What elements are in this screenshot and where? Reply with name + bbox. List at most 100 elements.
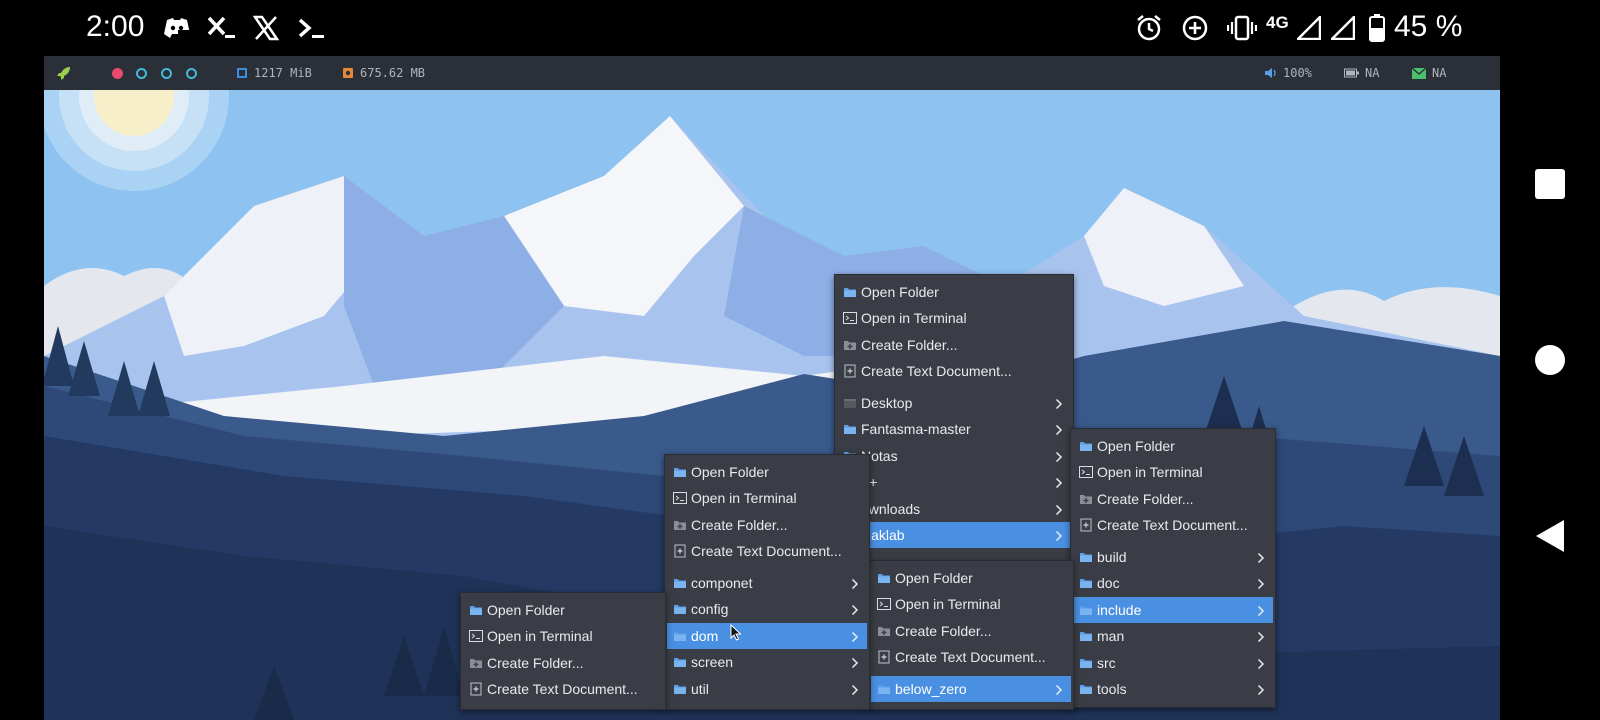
create-folder-icon <box>843 338 857 352</box>
create-folder-icon <box>877 624 891 638</box>
menu-item-open-folder[interactable]: Open Folder <box>1073 433 1273 459</box>
create-folder-icon <box>673 518 687 532</box>
menu-item-label: Create Text Document... <box>861 363 1012 379</box>
menu-item-open-folder[interactable]: Open Folder <box>837 279 1071 305</box>
folder-icon <box>843 285 857 299</box>
menu-item-label: build <box>1097 549 1127 565</box>
triangle-back-icon <box>1536 520 1564 552</box>
menu-item-doc[interactable]: doc <box>1073 570 1273 596</box>
chevron-right-icon <box>1257 683 1265 696</box>
menu-item-downloads[interactable]: ownloads <box>837 496 1071 522</box>
create-folder-icon <box>1079 492 1093 506</box>
new-document-icon <box>1079 518 1093 532</box>
chevron-right-icon <box>851 577 859 590</box>
menu-item-label: tools <box>1097 681 1127 697</box>
menu-item-label: screen <box>691 654 734 670</box>
menu-item-label: Create Text Document... <box>691 543 842 559</box>
menu-item-create-folder[interactable]: Create Folder... <box>837 332 1071 358</box>
menu-item-src[interactable]: src <box>1073 650 1273 676</box>
menu-item-label: Fantasma-master <box>861 421 971 437</box>
menu-item-label: Open in Terminal <box>895 596 1001 612</box>
menu-item-build[interactable]: build <box>1073 544 1273 570</box>
menu-item-create-folder[interactable]: Create Folder... <box>871 618 1071 644</box>
workspace-1-indicator[interactable] <box>112 68 123 79</box>
folder-icon <box>673 602 687 616</box>
menu-item-create-text-document[interactable]: Create Text Document... <box>463 676 663 702</box>
menu-item-open-in-terminal[interactable]: Open in Terminal <box>1073 459 1273 485</box>
launcher-rocket-icon[interactable] <box>56 56 72 90</box>
menu-item-include[interactable]: include <box>1073 597 1273 623</box>
chevron-right-icon <box>1257 630 1265 643</box>
menu-item-tools[interactable]: tools <box>1073 676 1273 702</box>
folder-icon <box>673 682 687 696</box>
menu-item-open-folder[interactable]: Open Folder <box>463 597 663 623</box>
menu-item-label: Open Folder <box>691 464 769 480</box>
menu-item-config[interactable]: config <box>667 596 867 622</box>
android-status-bar: 2:00 4G 45 % <box>0 0 1600 56</box>
menu-item-create-text-document[interactable]: Create Text Document... <box>1073 512 1273 538</box>
menu-separator <box>871 672 1071 673</box>
recents-button[interactable] <box>1530 164 1570 204</box>
volume-indicator[interactable]: 100% <box>1264 56 1312 90</box>
menu-item-componet[interactable]: componet <box>667 570 867 596</box>
menu-item-haklab[interactable]: Haklab <box>837 522 1071 548</box>
menu-item-man[interactable]: man <box>1073 623 1273 649</box>
terminal-x-icon <box>206 12 236 44</box>
menu-item-label: Open Folder <box>487 602 565 618</box>
menu-item-label: Create Folder... <box>1097 491 1194 507</box>
menu-item-open-in-terminal[interactable]: Open in Terminal <box>871 591 1071 617</box>
chevron-right-icon <box>1055 423 1063 436</box>
menu-item-create-text-document[interactable]: Create Text Document... <box>871 644 1071 670</box>
menu-item-notas[interactable]: Notas <box>837 443 1071 469</box>
folder-icon <box>673 576 687 590</box>
menu-item-plusplus[interactable]: ++ <box>837 469 1071 495</box>
menu-item-label: config <box>691 601 729 617</box>
dom-submenu: Open Folder Open in Terminal Create Fold… <box>460 592 666 710</box>
menu-item-open-in-terminal[interactable]: Open in Terminal <box>463 623 663 649</box>
include-submenu: Open Folder Open in Terminal Create Fold… <box>868 560 1074 710</box>
workspace-3-indicator[interactable] <box>161 68 172 79</box>
folder-icon <box>877 682 891 696</box>
menu-item-label: Create Folder... <box>487 655 584 671</box>
workspace-4-indicator[interactable] <box>186 68 197 79</box>
menu-item-dom[interactable]: dom <box>667 623 867 649</box>
speaker-icon <box>1265 68 1276 78</box>
menu-item-create-text-document[interactable]: Create Text Document... <box>667 538 867 564</box>
terminal-icon <box>877 597 891 611</box>
top-panel: 1217 MiB 675.62 MB 100% NA NA <box>44 56 1500 90</box>
folder-icon <box>1079 439 1093 453</box>
menu-item-label: Open Folder <box>895 570 973 586</box>
menu-item-create-folder[interactable]: Create Folder... <box>463 650 663 676</box>
menu-item-open-folder[interactable]: Open Folder <box>871 565 1071 591</box>
chevron-right-icon <box>1257 577 1265 590</box>
menu-item-util[interactable]: util <box>667 676 867 702</box>
menu-item-desktop[interactable]: Desktop <box>837 390 1071 416</box>
menu-item-label: Desktop <box>861 395 913 411</box>
menu-item-screen[interactable]: screen <box>667 649 867 675</box>
back-button[interactable] <box>1530 516 1570 556</box>
menu-item-open-in-terminal[interactable]: Open in Terminal <box>667 485 867 511</box>
mail-indicator[interactable]: NA <box>1412 56 1446 90</box>
x-logo-icon <box>252 12 280 44</box>
menu-item-below-zero[interactable]: below_zero <box>871 676 1071 702</box>
vibrate-icon <box>1226 12 1258 44</box>
menu-separator <box>667 566 867 567</box>
menu-item-fantasma-master[interactable]: Fantasma-master <box>837 416 1071 442</box>
folder-icon <box>469 603 483 617</box>
mail-value: NA <box>1432 66 1447 80</box>
menu-item-open-folder[interactable]: Open Folder <box>667 459 867 485</box>
home-button[interactable] <box>1530 340 1570 380</box>
desktop-folder-icon <box>843 396 857 410</box>
chevron-right-icon <box>1257 657 1265 670</box>
haklab-submenu: Open Folder Open in Terminal Create Fold… <box>1070 428 1276 708</box>
workspace-2-indicator[interactable] <box>136 68 147 79</box>
mouse-pointer-icon <box>730 624 742 641</box>
memory-value: 1217 MiB <box>254 66 312 80</box>
menu-item-create-text-document[interactable]: Create Text Document... <box>837 358 1071 384</box>
menu-item-label: componet <box>691 575 753 591</box>
menu-item-open-in-terminal[interactable]: Open in Terminal <box>837 305 1071 331</box>
menu-item-create-folder[interactable]: Create Folder... <box>667 512 867 538</box>
folder-icon <box>1079 682 1093 696</box>
folder-icon <box>1079 576 1093 590</box>
menu-item-create-folder[interactable]: Create Folder... <box>1073 486 1273 512</box>
